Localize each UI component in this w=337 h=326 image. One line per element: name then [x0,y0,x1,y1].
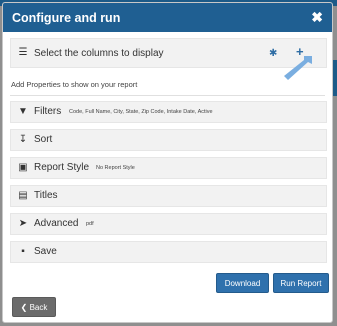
image-icon: ▣ [18,162,28,173]
section-label: Titles [34,190,58,201]
section-detail: No Report Style [96,165,135,171]
hint-text: Add Properties to show on your report [11,80,138,89]
section-save[interactable]: ▪ Save [10,241,327,263]
section-filters[interactable]: ▼ Filters Code, Full Name, City, State, … [10,101,327,123]
list-icon: ☰ [18,47,28,58]
section-detail: pdf [86,221,94,227]
run-report-button[interactable]: Run Report [273,273,329,293]
document-icon: ▤ [18,190,28,201]
section-label: Report Style [34,162,90,173]
select-columns-label: Select the columns to display [34,48,164,59]
back-button[interactable]: ❮ Back [12,297,56,317]
section-label: Sort [34,134,53,145]
section-advanced[interactable]: ➤ Advanced pdf [10,213,327,235]
sort-icon: ↧ [18,134,28,145]
section-label: Filters [34,106,62,117]
divider [10,95,325,96]
configure-run-dialog: Configure and run ✖ ☰ Select the columns… [2,2,333,323]
paper-plane-icon: ➤ [18,218,28,229]
dialog-titlebar: Configure and run ✖ [3,3,332,32]
filter-icon: ▼ [18,106,28,117]
page-side-strip [333,60,337,96]
dialog-title: Configure and run [12,11,121,25]
section-label: Advanced [34,218,79,229]
chevron-left-icon: ❮ [20,303,28,312]
arrow-pointer-icon [284,56,312,80]
section-titles[interactable]: ▤ Titles [10,185,327,207]
back-label: Back [29,303,48,312]
section-label: Save [34,246,57,257]
close-icon[interactable]: ✖ [311,9,323,26]
section-sort[interactable]: ↧ Sort [10,129,327,151]
save-icon: ▪ [21,246,25,257]
section-detail: Code, Full Name, City, State, Zip Code, … [69,109,213,115]
download-button[interactable]: Download [216,273,269,293]
section-report-style[interactable]: ▣ Report Style No Report Style [10,157,327,179]
